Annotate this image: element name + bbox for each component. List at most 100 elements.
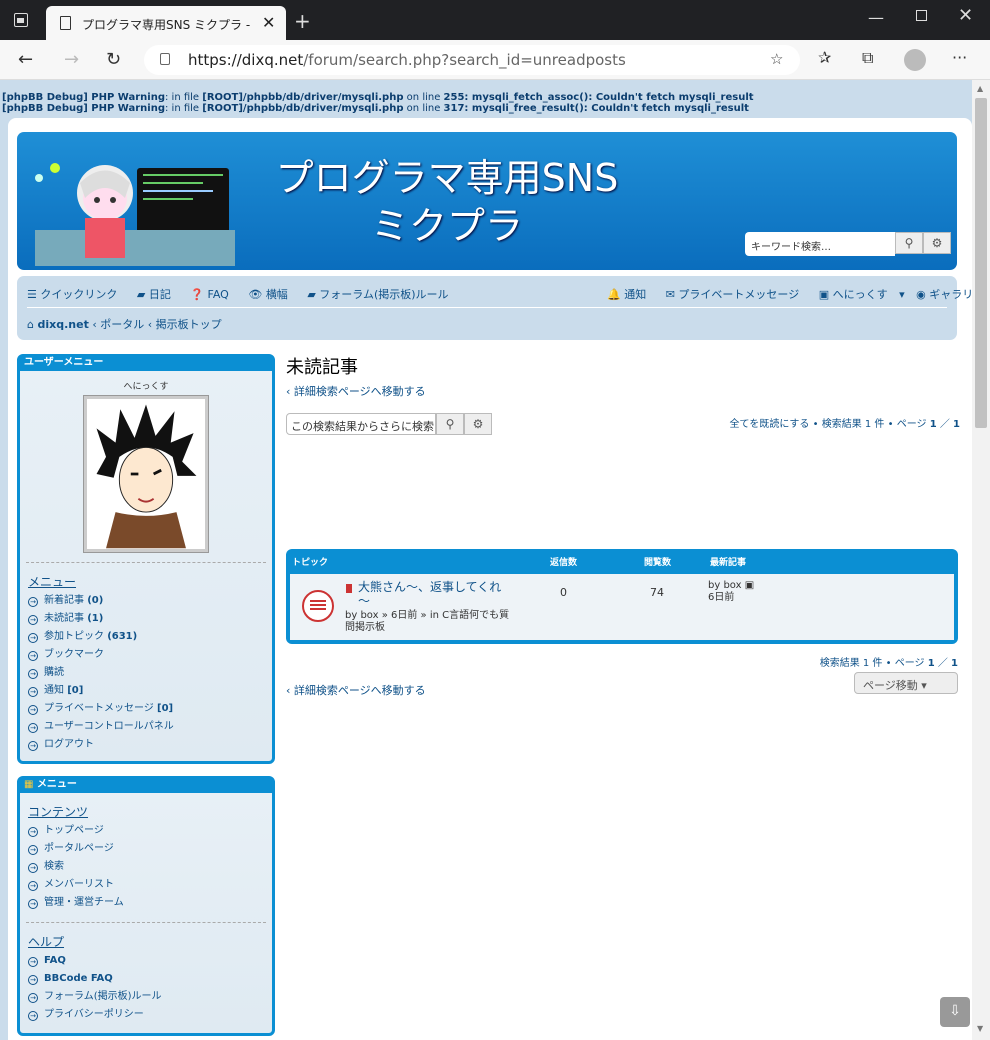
faq-link[interactable]: ❓ FAQ [190, 288, 237, 301]
diary-link[interactable]: ▰ 日記 [137, 288, 179, 301]
user-menu-username: へにっくす [123, 382, 169, 392]
arrow-icon: → [28, 899, 38, 909]
page-label: ページ [894, 658, 925, 669]
breadcrumb-board-index[interactable]: 掲示板トップ [156, 318, 222, 331]
menu-item-label: トップページ [44, 825, 104, 836]
help-heading: ヘルプ [28, 935, 65, 949]
collections-icon[interactable]: ⧉ [862, 48, 873, 68]
refine-advanced-gear-icon[interactable]: ⚙ [464, 413, 492, 435]
menu-item-search[interactable]: → 検索 [20, 858, 272, 876]
keyword-search-input[interactable]: キーワード検索… [745, 232, 895, 256]
rules-link[interactable]: ▰ フォーラム(掲示板)ルール [307, 288, 456, 301]
menu-item-portal-page[interactable]: → ポータルページ [20, 840, 272, 858]
menu-item-label: 管理・運営チーム [44, 897, 124, 908]
back-to-advanced-search-link-bottom[interactable]: ‹ 詳細検索ページへ移動する [286, 682, 426, 698]
debug-prefix: [phpBB Debug] PHP Warning [2, 92, 165, 103]
topic-title-link[interactable]: 大熊さん～、返事してくれ～ [358, 580, 508, 608]
site-title-line-1: プログラマ専用SNS [275, 156, 619, 200]
new-tab-icon[interactable]: + [294, 9, 311, 33]
close-tab-icon[interactable]: ✕ [262, 13, 275, 32]
maximize-icon[interactable] [916, 10, 927, 21]
menu-item-logout[interactable]: → ログアウト [20, 736, 272, 754]
window-close-icon[interactable]: ✕ [958, 5, 973, 26]
reload-icon[interactable]: ↻ [106, 49, 121, 70]
header-replies: 返信数 [550, 558, 578, 568]
add-favorite-icon[interactable]: ☆ [770, 50, 783, 68]
topic-views: 74 [650, 586, 664, 599]
menu-item-faq[interactable]: → FAQ [20, 952, 272, 970]
menu-item-label: 通知 [44, 685, 64, 696]
user-account-menu[interactable]: ▣ へにっくす ▾ [819, 288, 905, 301]
window-menu-icon[interactable] [14, 13, 28, 27]
page-scrollbar[interactable]: ▲ ▼ [972, 80, 990, 1040]
page-total: 1 [951, 658, 958, 669]
last-post-author[interactable]: by box [708, 580, 742, 591]
table-row[interactable]: 大熊さん～、返事してくれ～ by box » 6日前 » in C言語何でも質問… [290, 574, 954, 640]
user-avatar[interactable] [84, 396, 208, 552]
breadcrumb-home[interactable]: dixq.net [37, 318, 88, 331]
refine-search-input[interactable]: この検索結果からさらに検索 [286, 413, 436, 435]
refine-search-icon[interactable]: ⚲ [436, 413, 464, 435]
search-icon[interactable]: ⚲ [895, 232, 923, 254]
menu-item-user-control-panel[interactable]: → ユーザーコントロールパネル [20, 718, 272, 736]
page-icon [60, 16, 71, 30]
width-toggle[interactable]: 👁 横幅 [248, 288, 295, 301]
menu-item-label: 未読記事 [44, 613, 84, 624]
forward-icon[interactable]: → [64, 49, 79, 70]
menu-item-participated-topics[interactable]: → 参加トピック (631) [20, 628, 272, 646]
back-icon[interactable]: ← [18, 49, 33, 70]
menu-item-team[interactable]: → 管理・運営チーム [20, 894, 272, 912]
debug-message: : mysqli_free_result(): Couldn't fetch m… [464, 103, 749, 114]
menu-item-bbcode-faq[interactable]: → BBCode FAQ [20, 970, 272, 988]
menu-item-subscriptions[interactable]: → 購読 [20, 664, 272, 682]
nav-right: 🔔 通知 ✉ プライベートメッセージ ▣ へにっくす ▾ ◉ ギャラリー [607, 286, 972, 302]
private-messages-link[interactable]: ✉ プライベートメッセージ [666, 288, 808, 301]
view-latest-post-icon[interactable]: ▣ [745, 580, 754, 591]
arrow-icon: → [28, 957, 38, 967]
nav-divider [27, 307, 947, 308]
favorites-icon[interactable]: ✰ [818, 48, 831, 67]
menu-item-privacy-policy[interactable]: → プライバシーポリシー [20, 1006, 272, 1024]
arrow-icon: → [28, 633, 38, 643]
site-header: プログラマ専用SNS ミクプラ キーワード検索… ⚲ ⚙ [17, 132, 957, 270]
minimize-icon[interactable]: — [868, 8, 884, 27]
menu-item-count: (1) [87, 613, 104, 624]
arrow-icon: → [28, 651, 38, 661]
menu-item-bookmarks[interactable]: → ブックマーク [20, 646, 272, 664]
width-label: 横幅 [265, 288, 288, 301]
quick-links-menu[interactable]: ☰ クイックリンク [27, 288, 125, 301]
page-total: 1 [953, 419, 960, 430]
browser-tab[interactable]: プログラマ専用SNS ミクプラ - 未読記事 ✕ [46, 6, 286, 40]
topic-replies: 0 [560, 586, 567, 599]
url-field[interactable]: https://dixq.net/forum/search.php?search… [144, 45, 800, 75]
menu-item-forum-rules[interactable]: → フォーラム(掲示板)ルール [20, 988, 272, 1006]
gallery-link[interactable]: ◉ ギャラリー [916, 288, 972, 301]
scroll-up-arrow-icon[interactable]: ▲ [977, 84, 983, 93]
more-menu-icon[interactable]: ··· [952, 48, 967, 67]
breadcrumb-portal[interactable]: ポータル [100, 318, 144, 331]
menu-item-unread-posts[interactable]: → 未読記事 (1) [20, 610, 272, 628]
avatar-image [96, 404, 197, 549]
menu-item-label: 購読 [44, 667, 64, 678]
debug-prefix: [phpBB Debug] PHP Warning [2, 103, 165, 114]
menu-item-private-messages[interactable]: → プライベートメッセージ [0] [20, 700, 272, 718]
nav-left: ☰ クイックリンク ▰ 日記 ❓ FAQ 👁 横幅 ▰ フォーラム(掲示板)ルー… [27, 286, 465, 302]
scroll-down-arrow-icon[interactable]: ▼ [977, 1024, 983, 1033]
menu-item-new-posts[interactable]: → 新着記事 (0) [20, 592, 272, 610]
tab-title: プログラマ専用SNS ミクプラ - 未読記事 [82, 18, 254, 32]
menu-item-label: BBCode FAQ [44, 973, 113, 984]
unread-post-icon[interactable] [346, 584, 352, 593]
jump-to-page-button[interactable]: ページ移動 ▾ [854, 672, 958, 694]
menu-item-top-page[interactable]: → トップページ [20, 822, 272, 840]
advanced-search-gear-icon[interactable]: ⚙ [923, 232, 951, 254]
back-to-advanced-search-link[interactable]: ‹ 詳細検索ページへ移動する [286, 383, 960, 399]
site-menu-panel: ▦ メニュー コンテンツ → トップページ → ポータルページ → 検索 → メンバーリ… [17, 776, 275, 1036]
scroll-thumb[interactable] [975, 98, 987, 428]
scroll-to-bottom-icon[interactable]: ⇩ [940, 997, 970, 1027]
debug-file: [ROOT]/phpbb/db/driver/mysqli.php [202, 92, 404, 103]
mark-all-read-link[interactable]: 全てを既読にする [730, 419, 810, 430]
menu-item-notifications[interactable]: → 通知 [0] [20, 682, 272, 700]
profile-avatar-icon[interactable] [904, 49, 926, 71]
menu-item-member-list[interactable]: → メンバーリスト [20, 876, 272, 894]
notifications-link[interactable]: 🔔 通知 [607, 288, 654, 301]
